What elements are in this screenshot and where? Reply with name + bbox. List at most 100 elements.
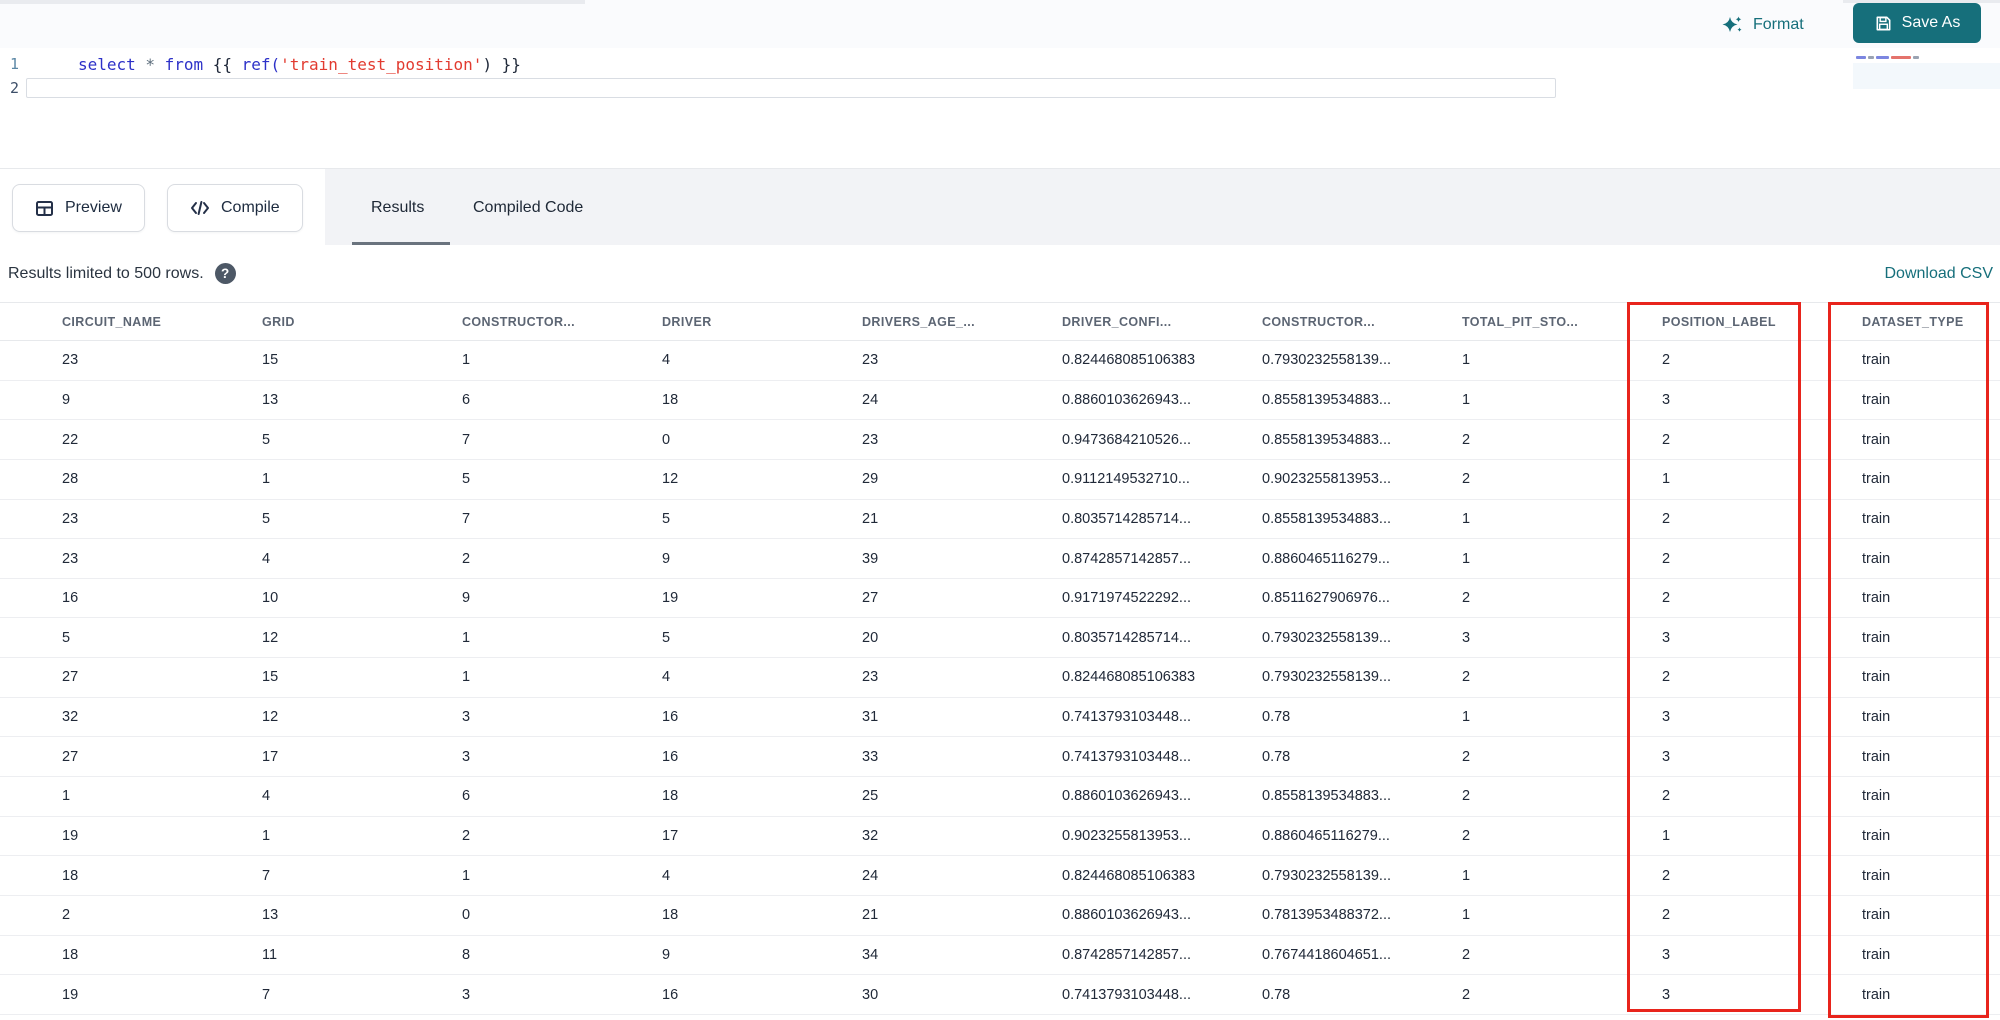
cell-dataset-type: train (1862, 590, 1891, 607)
table-row: 16 10 9 19 27 0.9171974522292... 0.85116… (0, 579, 2000, 619)
cell-driver-confidence: 0.8860103626943... (1062, 788, 1192, 805)
cell-driver: 18 (662, 788, 679, 805)
column-header: GRID (262, 315, 295, 329)
cell-drivers-age: 32 (862, 828, 879, 844)
cell-position-label: 1 (1662, 471, 1671, 488)
cell-driver-confidence: 0.9023255813953... (1062, 828, 1192, 844)
help-icon[interactable]: ? (214, 263, 236, 284)
cell-driver-confidence: 0.9473684210526... (1062, 431, 1192, 448)
cell-driver-confidence: 0.824468085106383 (1062, 352, 1196, 369)
cell-position-label: 2 (1662, 669, 1671, 686)
cell-dataset-type: train (1862, 471, 1891, 488)
cell-dataset-type: train (1862, 629, 1891, 646)
cell-drivers-age: 33 (862, 748, 879, 765)
table-row: 5 12 1 5 20 0.8035714285714... 0.7930232… (0, 618, 2000, 659)
cell-driver-confidence: 0.7413793103448... (1062, 748, 1192, 765)
cell-drivers-age: 24 (862, 867, 879, 884)
cell-constructor-confidence: 0.78 (1262, 748, 1291, 765)
cell-total-pit-stops: 2 (1462, 748, 1471, 765)
code-line-2[interactable]: 2 (0, 76, 1990, 100)
tab-results[interactable]: Results (371, 169, 424, 246)
sql-star: * (145, 54, 156, 74)
download-csv-link[interactable]: Download CSV (1885, 245, 1994, 302)
column-header: CONSTRUCTOR... (462, 315, 576, 329)
cell-circuit-name: 18 (62, 946, 79, 963)
column-header: CONSTRUCTOR... (1262, 315, 1376, 329)
cell-driver: 5 (662, 510, 671, 527)
cell-dataset-type: train (1862, 352, 1891, 369)
cell-driver: 5 (662, 629, 671, 646)
cell-driver-confidence: 0.824468085106383 (1062, 669, 1196, 686)
cell-grid: 15 (262, 352, 279, 369)
cell-circuit-name: 22 (62, 431, 79, 448)
compile-button-label: Compile (221, 199, 280, 216)
cell-constructor: 3 (462, 709, 471, 726)
cell-driver: 16 (662, 986, 679, 1003)
code-line-1-text[interactable]: select * from {{ref('train_test_position')}… (78, 55, 521, 74)
table-row: 19 7 3 16 30 0.7413793103448... 0.78 2 3… (0, 975, 2000, 1015)
table-row: 32 12 3 16 31 0.7413793103448... 0.78 1 … (0, 698, 2000, 738)
cell-constructor: 6 (462, 391, 471, 408)
cell-driver-confidence: 0.824468085106383 (1062, 867, 1196, 884)
cell-drivers-age: 23 (862, 352, 879, 369)
cell-driver-confidence: 0.8742857142857... (1062, 550, 1192, 567)
table-grid-icon (35, 199, 54, 218)
cell-drivers-age: 39 (862, 550, 879, 567)
cell-dataset-type: train (1862, 510, 1891, 527)
cell-constructor: 8 (462, 946, 471, 963)
cell-driver: 4 (662, 352, 671, 369)
table-row: 18 7 1 4 24 0.824468085106383 0.79302325… (0, 856, 2000, 896)
cell-position-label: 3 (1662, 986, 1671, 1003)
sql-keyword-from: from (164, 54, 204, 74)
table-row: 9 13 6 18 24 0.8860103626943... 0.855813… (0, 381, 2000, 421)
cell-grid: 5 (262, 431, 271, 448)
save-as-button[interactable]: Save As (1853, 3, 1981, 43)
cell-total-pit-stops: 1 (1462, 510, 1471, 527)
cell-total-pit-stops: 1 (1462, 550, 1471, 567)
cell-driver: 4 (662, 669, 671, 686)
cell-driver-confidence: 0.8860103626943... (1062, 391, 1192, 408)
cell-dataset-type: train (1862, 946, 1891, 963)
cell-circuit-name: 19 (62, 828, 79, 844)
cell-total-pit-stops: 3 (1462, 629, 1471, 646)
sql-editor-panel: Format Save As 1 select * from {{ref('train… (0, 0, 2000, 168)
dbt-ide-screen: Format Save As 1 select * from {{ref('train… (0, 0, 2000, 1020)
cell-driver: 16 (662, 709, 679, 726)
results-info-bar: Results limited to 500 rows. ? Download … (0, 245, 2000, 302)
editor-header-bar (0, 0, 2000, 48)
cell-driver-confidence: 0.9171974522292... (1062, 590, 1192, 607)
tab-compiled-code[interactable]: Compiled Code (473, 169, 583, 246)
preview-button-label: Preview (65, 199, 122, 216)
cell-constructor-confidence: 0.8558139534883... (1262, 391, 1392, 408)
cell-circuit-name: 23 (62, 510, 79, 527)
cell-position-label: 2 (1662, 510, 1671, 527)
compile-button[interactable]: Compile (167, 184, 303, 232)
cell-total-pit-stops: 1 (1462, 391, 1471, 408)
cell-constructor-confidence: 0.7930232558139... (1262, 629, 1392, 646)
code-editor[interactable]: 1 select * from {{ref('train_test_position'… (0, 52, 1990, 100)
cell-dataset-type: train (1862, 550, 1891, 567)
cell-circuit-name: 23 (62, 352, 79, 369)
table-row: 18 11 8 9 34 0.8742857142857... 0.767441… (0, 936, 2000, 976)
cell-constructor: 5 (462, 471, 471, 488)
sparkles-icon (1722, 14, 1744, 36)
preview-button[interactable]: Preview (12, 184, 145, 232)
table-row: 28 1 5 12 29 0.9112149532710... 0.902325… (0, 460, 2000, 500)
cell-grid: 10 (262, 590, 279, 607)
format-button[interactable]: Format (1722, 8, 1804, 42)
cell-dataset-type: train (1862, 867, 1891, 884)
cell-drivers-age: 34 (862, 946, 879, 963)
code-line-1[interactable]: 1 select * from {{ref('train_test_position'… (0, 52, 1990, 76)
cell-constructor: 1 (462, 629, 471, 646)
cell-grid: 11 (262, 946, 278, 963)
cell-total-pit-stops: 2 (1462, 788, 1471, 805)
table-row: 19 1 2 17 32 0.9023255813953... 0.886046… (0, 817, 2000, 857)
column-header: DRIVERS_AGE_... (862, 315, 975, 329)
line-number-1: 1 (9, 55, 19, 73)
cell-constructor-confidence: 0.7674418604651... (1262, 946, 1392, 963)
cell-drivers-age: 23 (862, 669, 879, 686)
sql-string-literal: 'train_test_position' (280, 54, 483, 74)
table-row: 22 5 7 0 23 0.9473684210526... 0.8558139… (0, 420, 2000, 460)
active-line-selection-box[interactable] (26, 78, 1556, 98)
cell-driver: 9 (662, 550, 671, 567)
